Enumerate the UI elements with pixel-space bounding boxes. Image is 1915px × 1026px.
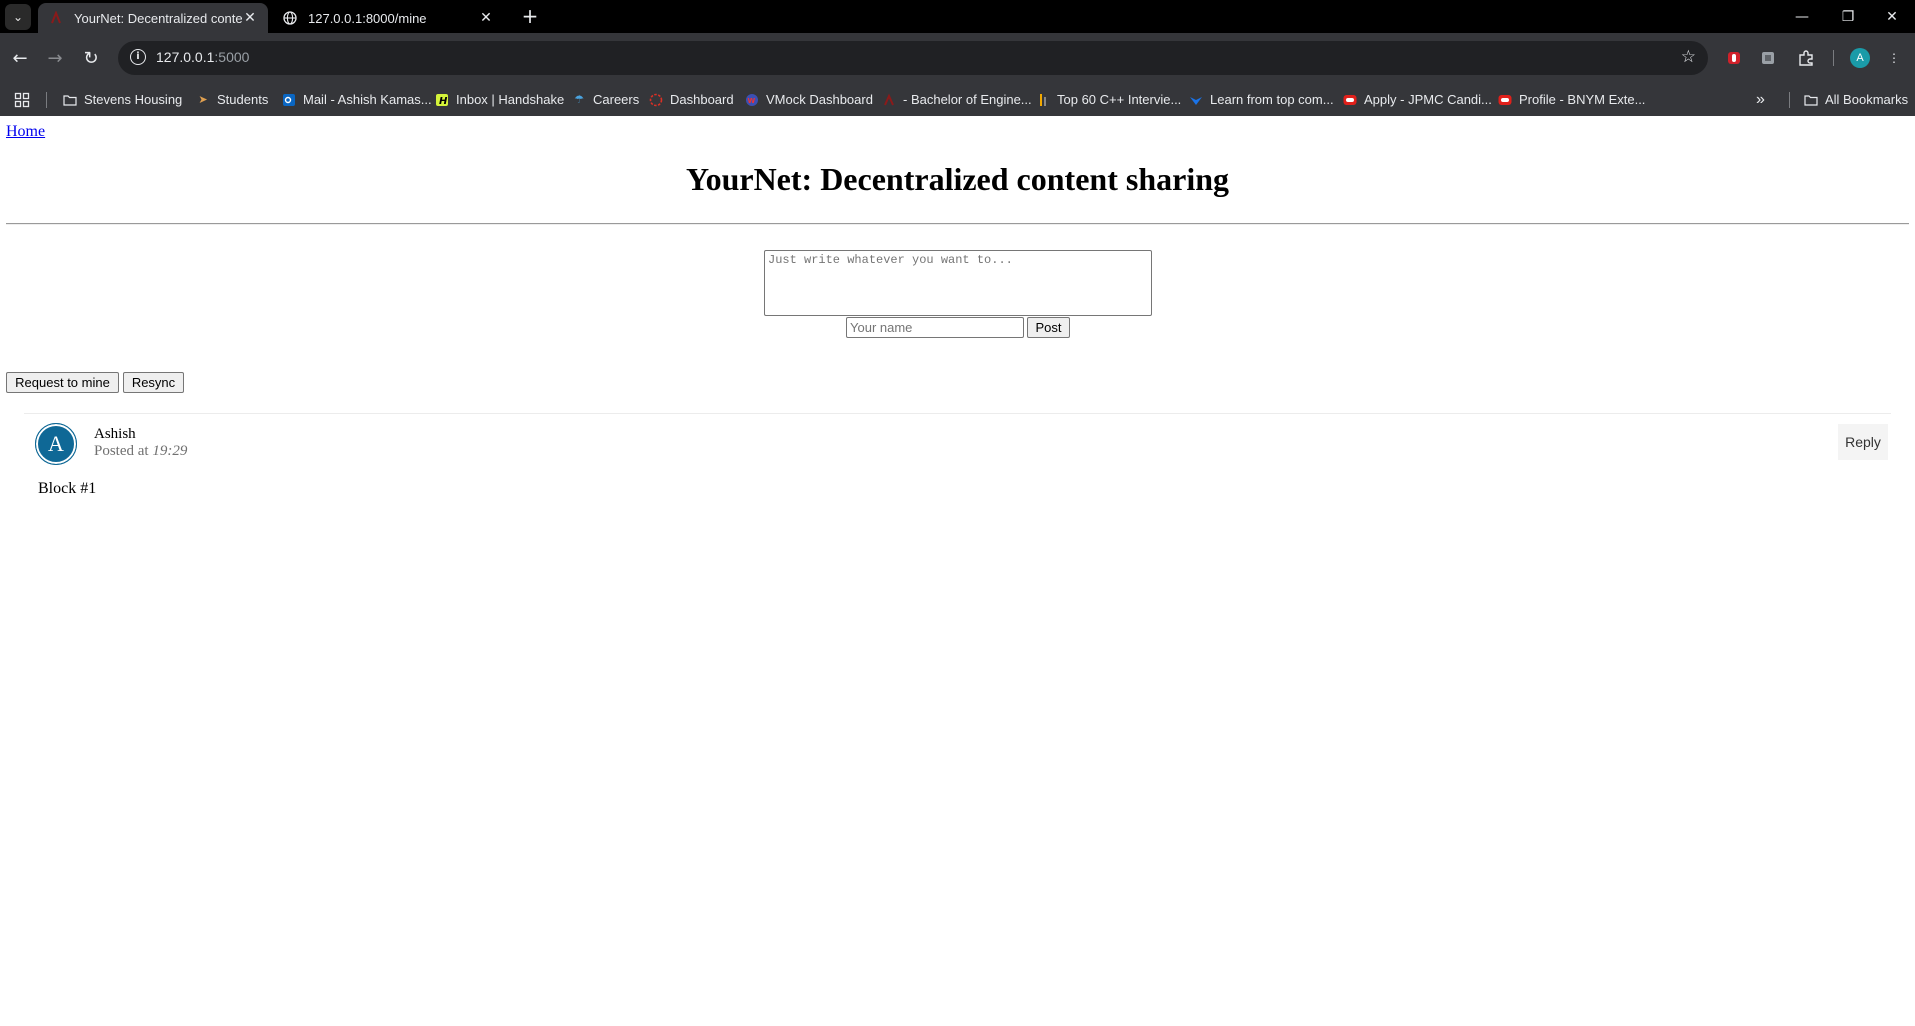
profile-avatar[interactable]: A (1850, 48, 1870, 68)
post-button[interactable]: Post (1027, 317, 1070, 338)
avatar: A (35, 423, 77, 465)
header-divider (6, 223, 1909, 225)
apps-grid-icon[interactable] (14, 83, 30, 116)
careers-icon: ☂ (574, 93, 584, 106)
url-text[interactable]: 127.0.0.1:5000 (156, 49, 249, 65)
url-port: :5000 (214, 49, 250, 65)
svg-text:W: W (748, 97, 756, 105)
tab-title: YourNet: Decentralized content sharing (74, 10, 242, 26)
address-bar[interactable]: i 127.0.0.1:5000 ☆ (118, 41, 1708, 75)
post-timestamp: Posted at 19:29 (94, 443, 187, 460)
bookmarks-separator (1789, 92, 1790, 108)
bookmark-label: Apply - JPMC Candi... (1364, 92, 1492, 107)
bookmark-learn[interactable]: Learn from top com... (1189, 83, 1334, 116)
minimize-icon[interactable]: — (1779, 0, 1825, 33)
oracle-icon (1498, 93, 1512, 107)
bookmark-dashboard[interactable]: Dashboard (649, 83, 734, 116)
bookmark-label: Students (217, 92, 269, 107)
extension-red-icon[interactable] (1724, 48, 1744, 68)
url-host: 127.0.0.1 (156, 49, 215, 65)
page-content: Home YourNet: Decentralized content shar… (0, 116, 1915, 1026)
globe-icon (282, 10, 298, 26)
close-tab-icon[interactable]: ✕ (242, 10, 258, 26)
back-icon[interactable]: ← (5, 43, 35, 73)
post-body: Block #1 (38, 480, 97, 497)
page-title: YourNet: Decentralized content sharing (686, 161, 1229, 197)
handshake-icon: H (435, 93, 449, 107)
all-bookmarks-button[interactable]: All Bookmarks (1804, 83, 1908, 116)
browser-titlebar: ⌄ YourNet: Decentralized content sharing… (0, 0, 1915, 33)
site-favicon-icon (48, 10, 64, 26)
tab-search-button[interactable]: ⌄ (5, 4, 31, 30)
browser-toolbar: ← → ↻ i 127.0.0.1:5000 ☆ A ⋮ (0, 33, 1915, 83)
tab-yournet[interactable]: YourNet: Decentralized content sharing ✕ (38, 3, 268, 33)
author-name-input[interactable] (846, 317, 1024, 338)
bookmark-label: Mail - Ashish Kamas... (303, 92, 432, 107)
posted-at-label: Posted at (94, 443, 149, 459)
bookmarks-overflow-button[interactable]: » (1756, 83, 1765, 116)
tab-mine[interactable]: 127.0.0.1:8000/mine ✕ (272, 3, 504, 33)
folder-icon (1804, 93, 1818, 107)
bookmark-label: Profile - BNYM Exte... (1519, 92, 1646, 107)
close-window-icon[interactable]: ✕ (1869, 0, 1915, 33)
bookmark-handshake[interactable]: H Inbox | Handshake (435, 83, 564, 116)
bookmark-label: Careers (593, 92, 640, 107)
tab-title: 127.0.0.1:8000/mine (308, 10, 427, 26)
extensions-puzzle-icon[interactable] (1796, 48, 1816, 68)
cpp-icon (1036, 93, 1050, 107)
menu-kebab-icon[interactable]: ⋮ (1884, 48, 1904, 68)
bookmark-stevens-housing[interactable]: Stevens Housing (63, 83, 182, 116)
bookmark-careers[interactable]: ☂ Careers (572, 83, 639, 116)
post-time: 19:29 (152, 443, 188, 459)
post-card: A Ashish Posted at 19:29 Reply Block #1 (24, 413, 1891, 624)
bookmark-label: Inbox | Handshake (456, 92, 565, 107)
restore-icon[interactable]: ❐ (1825, 0, 1871, 33)
bookmarks-bar: Stevens Housing ➤ Students Mail - Ashish… (0, 83, 1915, 116)
bookmark-cpp[interactable]: Top 60 C++ Intervie... (1036, 83, 1181, 116)
bookmark-label: All Bookmarks (1825, 92, 1909, 107)
new-tab-button[interactable]: + (518, 5, 542, 29)
post-content-textarea[interactable] (764, 250, 1152, 316)
bookmark-students[interactable]: ➤ Students (196, 83, 268, 116)
bookmark-label: - Bachelor of Engine... (903, 92, 1032, 107)
university-icon (882, 93, 896, 107)
forward-icon[interactable]: → (40, 43, 70, 73)
learn-icon (1189, 93, 1203, 107)
bookmark-vmock[interactable]: W VMock Dashboard (745, 83, 873, 116)
toolbar-separator (1833, 50, 1834, 66)
bookmark-label: Learn from top com... (1210, 92, 1334, 107)
bookmark-jpmc[interactable]: Apply - JPMC Candi... (1343, 83, 1492, 116)
request-to-mine-button[interactable]: Request to mine (6, 372, 119, 393)
reply-button[interactable]: Reply (1838, 424, 1888, 460)
outlook-icon (282, 93, 296, 107)
bookmark-label: Dashboard (670, 92, 734, 107)
arrow-favicon-icon: ➤ (198, 93, 208, 106)
bookmark-label: VMock Dashboard (766, 92, 873, 107)
home-link[interactable]: Home (6, 123, 45, 141)
bookmarks-separator (46, 92, 47, 108)
bookmark-label: Stevens Housing (84, 92, 183, 107)
bookmark-bnym[interactable]: Profile - BNYM Exte... (1498, 83, 1645, 116)
folder-icon (63, 93, 77, 107)
resync-button[interactable]: Resync (123, 372, 184, 393)
bookmark-bachelor[interactable]: - Bachelor of Engine... (882, 83, 1032, 116)
post-author: Ashish (94, 426, 136, 442)
bookmark-star-icon[interactable]: ☆ (1681, 47, 1696, 67)
svg-text:H: H (439, 96, 448, 107)
reload-icon[interactable]: ↻ (76, 43, 106, 73)
bookmark-label: Top 60 C++ Intervie... (1057, 92, 1182, 107)
close-tab-icon[interactable]: ✕ (478, 10, 494, 26)
extension-grey-icon[interactable] (1758, 48, 1778, 68)
site-info-icon[interactable]: i (130, 49, 146, 65)
vmock-icon: W (745, 93, 759, 107)
oracle-icon (1343, 93, 1357, 107)
chevron-down-icon: ⌄ (12, 10, 24, 24)
bookmark-mail[interactable]: Mail - Ashish Kamas... (282, 83, 432, 116)
dashboard-icon (649, 93, 663, 107)
